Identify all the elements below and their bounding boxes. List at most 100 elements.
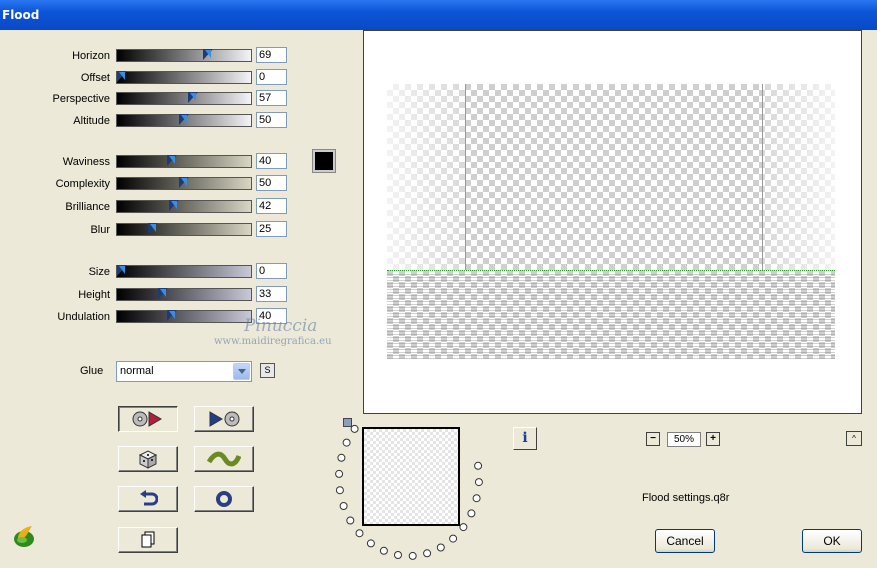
slider-label: Height <box>78 289 110 301</box>
dial-dot[interactable] <box>339 502 348 510</box>
dial-dot[interactable] <box>436 543 445 552</box>
dial-dot[interactable] <box>350 424 359 433</box>
dial-dot[interactable] <box>337 453 346 462</box>
collapse-button[interactable]: ^ <box>846 431 862 446</box>
slider-value-offset[interactable]: 0 <box>256 69 287 85</box>
settings-filename: Flood settings.q8r <box>642 492 730 504</box>
slider-track-altitude[interactable] <box>116 114 252 127</box>
undo-button[interactable] <box>118 486 178 512</box>
glue-select-value: normal <box>120 365 154 377</box>
zoom-out-button[interactable]: − <box>646 432 660 446</box>
slider-label: Offset <box>80 72 110 84</box>
copy-icon <box>141 531 155 548</box>
slider-label: Waviness <box>62 156 110 168</box>
slider-track-waviness[interactable] <box>116 155 252 168</box>
dial-dot[interactable] <box>459 523 468 532</box>
slider-track-offset[interactable] <box>116 71 252 84</box>
dial-dot[interactable] <box>467 509 476 518</box>
slider-track-perspective[interactable] <box>116 92 252 105</box>
dial-dot[interactable] <box>394 551 402 559</box>
reset-button[interactable] <box>194 486 254 512</box>
watermark-name: Pinuccia <box>244 316 318 336</box>
slider-label: Size <box>88 266 110 278</box>
dice-icon <box>138 450 158 469</box>
dial-dot[interactable] <box>449 534 458 543</box>
dial-dot[interactable] <box>355 529 364 538</box>
slider-value-height[interactable]: 33 <box>256 286 287 302</box>
glue-s-button[interactable]: S <box>260 363 275 378</box>
dial-dot[interactable] <box>474 478 483 487</box>
preview-image <box>387 84 835 359</box>
slider-thumb-icon[interactable] <box>117 71 127 82</box>
app-logo-icon <box>14 526 34 547</box>
slider-track-brilliance[interactable] <box>116 200 252 213</box>
preview-left-fade <box>387 84 466 270</box>
slider-value-size[interactable]: 0 <box>256 263 287 279</box>
play-disc-icon <box>209 411 240 427</box>
slider-track-size[interactable] <box>116 265 252 278</box>
dial-dot[interactable] <box>472 494 481 503</box>
wave-button[interactable] <box>194 446 254 472</box>
slider-track-blur[interactable] <box>116 223 252 236</box>
zoom-level: 50% <box>667 432 701 447</box>
dial-dot[interactable] <box>379 546 388 555</box>
dial-dot[interactable] <box>423 549 432 558</box>
slider-value-brilliance[interactable]: 42 <box>256 198 287 214</box>
slider-thumb-icon[interactable] <box>117 265 127 276</box>
zoom-in-button[interactable]: + <box>706 432 720 446</box>
water-reflection <box>387 274 835 359</box>
slider-value-blur[interactable]: 25 <box>256 221 287 237</box>
slider-label: Blur <box>90 224 110 236</box>
randomize-button[interactable] <box>118 446 178 472</box>
slider-value-waviness[interactable]: 40 <box>256 153 287 169</box>
slider-thumb-icon[interactable] <box>188 92 198 103</box>
play-mode-left-button[interactable] <box>118 406 178 432</box>
dial-dot[interactable] <box>335 486 344 495</box>
slider-track-undulation[interactable] <box>116 310 252 323</box>
cancel-button[interactable]: Cancel <box>655 529 715 553</box>
dial-dot[interactable] <box>408 551 417 560</box>
slider-thumb-icon[interactable] <box>203 49 213 60</box>
glue-label: Glue <box>80 365 104 377</box>
slider-thumb-icon[interactable] <box>158 288 168 299</box>
slider-thumb-icon[interactable] <box>169 200 179 211</box>
play-mode-right-button[interactable] <box>194 406 254 432</box>
dial-dot[interactable] <box>474 461 483 470</box>
slider-value-horizon[interactable]: 69 <box>256 47 287 63</box>
slider-label: Brilliance <box>65 201 110 213</box>
dial-dot[interactable] <box>342 438 351 447</box>
navigator-thumbnail[interactable] <box>362 427 460 526</box>
slider-thumb-icon[interactable] <box>179 114 189 125</box>
disc-play-icon <box>132 411 162 427</box>
slider-thumb-icon[interactable] <box>148 223 158 234</box>
preview-right-fade <box>762 84 835 270</box>
glue-select[interactable]: normal <box>116 361 252 382</box>
wave-icon <box>207 451 241 467</box>
horizon-line[interactable] <box>387 270 835 271</box>
slider-value-complexity[interactable]: 50 <box>256 175 287 191</box>
slider-value-perspective[interactable]: 57 <box>256 90 287 106</box>
slider-thumb-icon[interactable] <box>167 155 177 166</box>
ring-icon <box>216 491 232 507</box>
dial-dot[interactable] <box>366 539 375 548</box>
undo-icon <box>140 490 158 506</box>
info-button[interactable]: i <box>513 427 537 450</box>
dial-dot[interactable] <box>346 516 355 525</box>
slider-track-complexity[interactable] <box>116 177 252 190</box>
chevron-down-icon[interactable] <box>233 363 250 380</box>
slider-track-horizon[interactable] <box>116 49 252 62</box>
ok-button[interactable]: OK <box>802 529 862 553</box>
color-swatch[interactable] <box>312 149 336 173</box>
title-bar: Flood <box>0 0 877 30</box>
window-title: Flood <box>2 8 40 22</box>
preview-area[interactable] <box>363 30 862 414</box>
slider-label: Horizon <box>72 50 110 62</box>
copy-button[interactable] <box>118 527 178 553</box>
dial-dot[interactable] <box>335 469 344 478</box>
slider-thumb-icon[interactable] <box>167 310 177 321</box>
slider-track-height[interactable] <box>116 288 252 301</box>
slider-value-altitude[interactable]: 50 <box>256 112 287 128</box>
slider-label: Undulation <box>57 311 110 323</box>
watermark-url: www.maidiregrafica.eu <box>214 336 332 347</box>
slider-thumb-icon[interactable] <box>179 177 189 188</box>
